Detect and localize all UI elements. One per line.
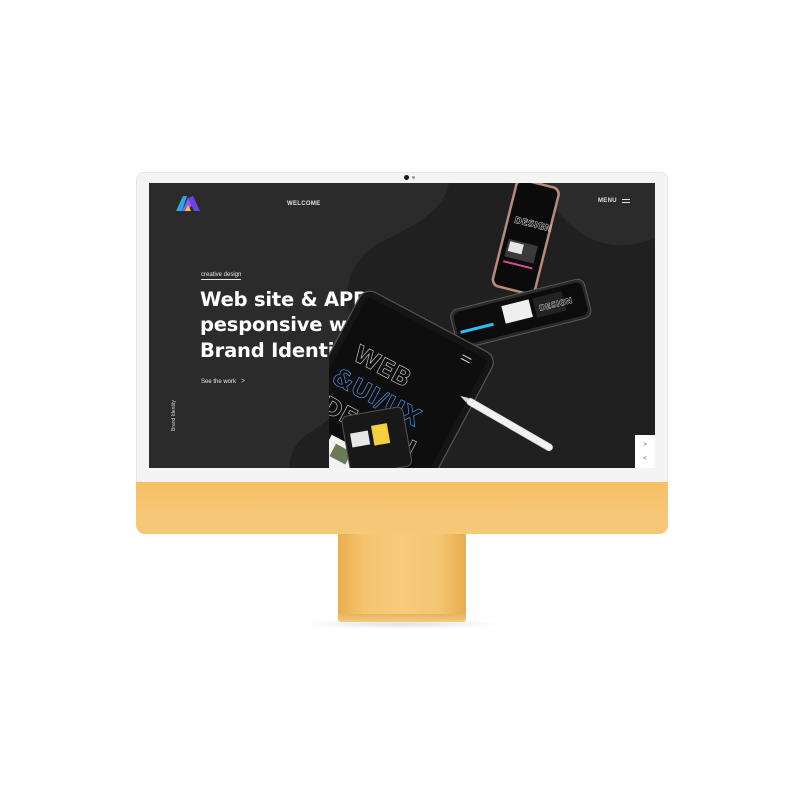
chevron-right-icon: > — [241, 378, 246, 385]
side-vertical-label: Brand Identity — [171, 400, 177, 431]
imac-chin — [136, 482, 668, 534]
imac-stand — [338, 534, 466, 616]
phone-top-mockup: DESIGN — [491, 183, 560, 296]
see-the-work-label: See the work — [201, 378, 237, 385]
stylus-mockup — [460, 396, 553, 452]
camera-icon — [404, 175, 409, 180]
small-tablet-mockup — [341, 406, 413, 468]
website-screen: WELCOME MENU creative design Web site & … — [149, 183, 655, 468]
imac-stand-foot — [338, 614, 466, 622]
nav-welcome-link[interactable]: WELCOME — [287, 201, 320, 207]
camera-led — [412, 176, 415, 179]
prev-slide-button[interactable]: < — [643, 456, 647, 462]
slider-controls: > < — [635, 435, 655, 468]
see-the-work-link[interactable]: See the work > — [201, 378, 245, 385]
hero-eyebrow: creative design — [201, 272, 242, 280]
next-slide-button[interactable]: > — [643, 442, 647, 448]
devices-mockup-image: DESIGN DESIGN WEB &UI/UX DESIGN — [329, 183, 592, 468]
logo-mark-icon[interactable] — [175, 193, 201, 213]
